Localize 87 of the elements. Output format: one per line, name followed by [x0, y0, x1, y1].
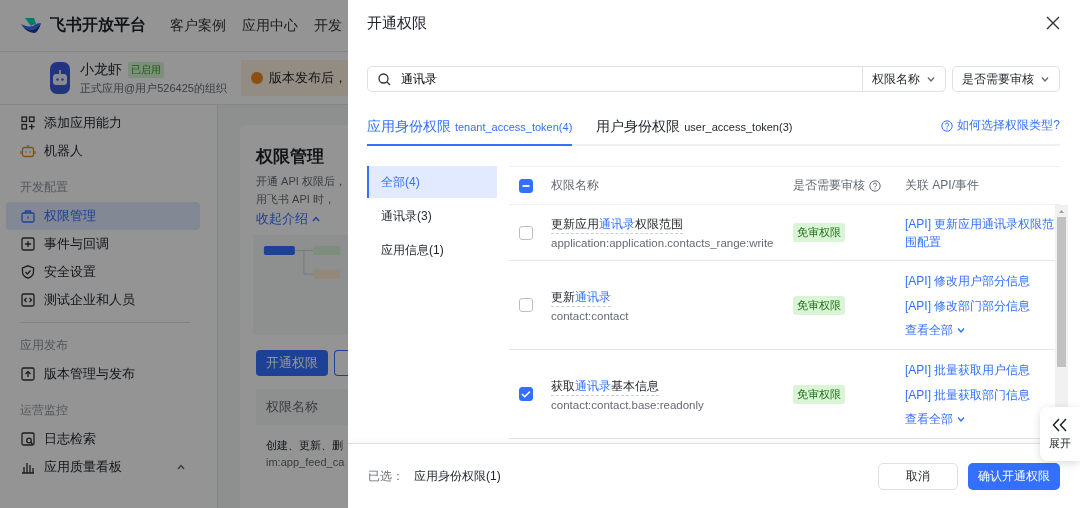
app-name: 小龙虾 [80, 60, 122, 79]
cancel-button[interactable]: 取消 [878, 462, 958, 490]
sidebar-item[interactable]: 版本管理与发布 [6, 360, 200, 388]
sidebar-item[interactable]: 安全设置 [6, 258, 200, 286]
close-button[interactable] [1046, 16, 1060, 30]
table-cell-text: im:app_feed_ca [266, 456, 346, 468]
chevron-up-icon [311, 214, 321, 224]
sidebar-item[interactable]: 测试企业和人员 [6, 286, 200, 314]
app-avatar [50, 62, 70, 94]
api-link[interactable]: [API] 更新应用通讯录权限范围配置 [905, 214, 1055, 251]
permission-name: 更新通讯录 [551, 288, 611, 307]
review-select[interactable]: 是否需要审核 [952, 66, 1060, 92]
help-icon [869, 179, 881, 192]
review-tag: 免审权限 [793, 223, 845, 242]
check-icon [521, 389, 531, 399]
row-checkbox[interactable] [519, 298, 533, 312]
sidebar-item[interactable]: 添加应用能力 [6, 109, 200, 137]
row-checkbox[interactable] [519, 225, 533, 240]
category-item[interactable]: 全部(4) [367, 166, 497, 198]
section-title: 应用发布 [19, 337, 69, 354]
search-document-icon [20, 431, 36, 447]
sidebar-item[interactable]: 日志检索 [6, 425, 200, 453]
select-all-checkbox[interactable] [519, 178, 533, 193]
code-square-icon [20, 292, 36, 308]
status-tag: 已启用 [128, 61, 164, 78]
chevron-down-icon [956, 325, 966, 335]
table-cell-text: 创建、更新、删 [266, 438, 344, 453]
collapse-link[interactable]: 收起介绍 [256, 210, 348, 228]
permission-name: 更新应用通讯录权限范围 [551, 216, 683, 234]
chevron-down-icon [1040, 74, 1050, 84]
column-header: 是否需要审核 [793, 177, 905, 194]
api-link[interactable]: [API] 修改部门部分信息 [905, 296, 1055, 315]
review-tag: 免审权限 [793, 384, 845, 404]
section-title: 运营监控 [19, 402, 69, 419]
brand-name: 飞书开放平台 [50, 15, 146, 35]
briefcase-icon [20, 208, 36, 224]
robot-icon [20, 143, 36, 159]
category-item[interactable]: 应用信息(1) [367, 234, 497, 266]
shield-icon [20, 264, 36, 280]
permission-tab[interactable]: 应用身份权限 tenant_access_token(4) [367, 118, 573, 146]
expand-button[interactable]: 展开 [1040, 407, 1080, 461]
view-all-link[interactable]: 查看全部 [905, 321, 1055, 339]
drawer-title: 开通权限 [367, 13, 427, 33]
warning-icon [250, 72, 263, 84]
row-checkbox[interactable] [519, 387, 533, 401]
field-select[interactable]: 权限名称 [862, 67, 945, 91]
sidebar-item[interactable]: 事件与回调 [6, 230, 200, 258]
column-header: 权限名称 [551, 177, 600, 194]
confirm-button[interactable]: 确认开通权限 [968, 462, 1060, 490]
nav-link[interactable]: 客户案例 [170, 16, 226, 35]
app-org: 正式应用@用户526425的组织 [80, 80, 227, 96]
permission-scope: application:application.contacts_range:write [551, 237, 775, 249]
intro-text: 开通 API 权限后， [256, 174, 347, 189]
search-icon [378, 72, 391, 86]
secondary-button[interactable] [334, 350, 348, 376]
chevron-up-icon [176, 462, 186, 472]
sidebar-item[interactable]: 机器人 [6, 137, 200, 165]
selected-label: 已选： [368, 467, 404, 485]
grid-plus-icon [20, 115, 36, 131]
search-field[interactable]: 通讯录 权限名称 [367, 66, 946, 92]
notice-text: 版本发布后， [268, 69, 347, 87]
help-icon [941, 119, 954, 132]
sidebar-item[interactable]: 应用质量看板 [6, 453, 200, 481]
category-item[interactable]: 通讯录(3) [367, 200, 497, 232]
upload-square-icon [20, 366, 36, 382]
permission-scope: contact:contact.base:readonly [551, 398, 705, 411]
api-link[interactable]: [API] 批量获取部门信息 [905, 385, 1055, 404]
nav-link[interactable]: 应用中心 [242, 16, 298, 35]
permission-scope: contact:contact [551, 309, 630, 322]
permission-name: 获取通讯录基本信息 [551, 377, 659, 396]
nav-link[interactable]: 开发 [314, 16, 342, 35]
double-chevron-left-icon [1052, 417, 1068, 432]
help-link[interactable]: 如何选择权限类型? [941, 117, 1060, 144]
intro-text: 用飞书 API 时， [256, 192, 336, 207]
api-link[interactable]: [API] 修改用户部分信息 [905, 271, 1055, 290]
chevron-down-icon [926, 74, 936, 84]
column-header: 关联 API/事件 [905, 177, 980, 194]
plus-square-icon [20, 236, 36, 252]
review-tag: 免审权限 [793, 295, 845, 315]
table-header: 权限名称 [256, 389, 348, 425]
permission-tab[interactable]: 用户身份权限 user_access_token(3) [596, 118, 793, 146]
logo-icon [20, 16, 42, 35]
selected-value: 应用身份权限(1) [414, 467, 501, 485]
page-title: 权限管理 [256, 146, 325, 168]
chevron-down-icon [956, 414, 966, 424]
grant-permission-button[interactable]: 开通权限 [256, 350, 328, 376]
api-link[interactable]: [API] 批量获取用户信息 [905, 360, 1055, 379]
